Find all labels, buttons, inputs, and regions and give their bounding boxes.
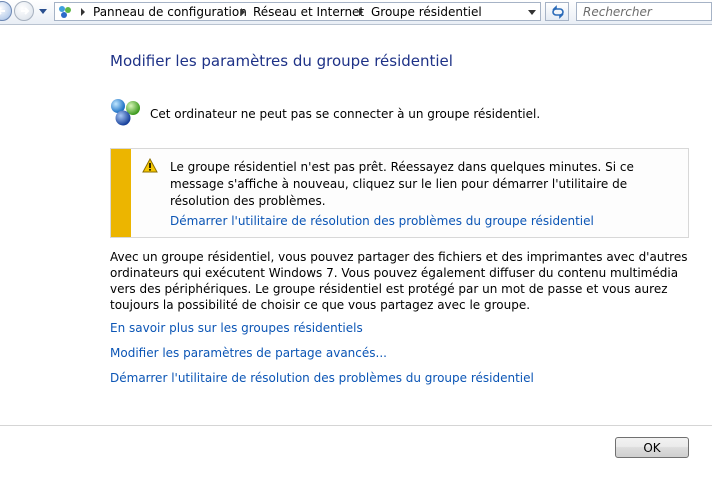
advanced-sharing-settings-link[interactable]: Modifier les paramètres de partage avanc… bbox=[110, 346, 387, 360]
recent-pages-dropdown-icon[interactable] bbox=[38, 6, 48, 16]
footer-divider bbox=[0, 425, 712, 426]
ok-button[interactable]: OK bbox=[615, 437, 689, 458]
address-history-dropdown-icon[interactable] bbox=[526, 6, 538, 18]
breadcrumb-separator-icon bbox=[241, 8, 245, 16]
navigation-bar: Panneau de configuration Réseau et Inter… bbox=[0, 0, 712, 25]
warning-accent-strip bbox=[111, 149, 131, 237]
refresh-icon bbox=[552, 5, 564, 19]
breadcrumb-control-panel[interactable]: Panneau de configuration bbox=[93, 5, 247, 19]
forward-button[interactable] bbox=[14, 1, 34, 21]
warning-panel: Le groupe résidentiel n'est pas prêt. Ré… bbox=[110, 148, 689, 238]
search-box[interactable] bbox=[576, 2, 712, 21]
arrow-left-icon bbox=[0, 7, 5, 15]
refresh-button[interactable] bbox=[545, 2, 569, 21]
warning-message: Le groupe résidentiel n'est pas prêt. Ré… bbox=[170, 160, 634, 208]
breadcrumb-network-internet[interactable]: Réseau et Internet bbox=[253, 5, 364, 19]
breadcrumb-homegroup[interactable]: Groupe résidentiel bbox=[371, 5, 482, 19]
homegroup-icon bbox=[59, 6, 71, 18]
breadcrumb-separator-icon bbox=[81, 8, 85, 16]
page-title: Modifier les paramètres du groupe réside… bbox=[110, 52, 453, 70]
back-button[interactable] bbox=[0, 1, 12, 21]
troubleshooter-link[interactable]: Démarrer l'utilitaire de résolution des … bbox=[170, 214, 594, 228]
learn-more-homegroups-link[interactable]: En savoir plus sur les groupes résidenti… bbox=[110, 321, 363, 335]
breadcrumb-separator-icon bbox=[359, 8, 363, 16]
address-bar[interactable]: Panneau de configuration Réseau et Inter… bbox=[54, 2, 541, 21]
homegroup-description: Avec un groupe résidentiel, vous pouvez … bbox=[110, 250, 688, 312]
arrow-right-icon bbox=[21, 7, 30, 15]
warning-icon bbox=[142, 158, 158, 173]
start-troubleshooter-link[interactable]: Démarrer l'utilitaire de résolution des … bbox=[110, 371, 534, 385]
homegroup-icon bbox=[111, 99, 140, 126]
search-input[interactable] bbox=[583, 4, 705, 19]
connection-status-text: Cet ordinateur ne peut pas se connecter … bbox=[150, 107, 541, 121]
